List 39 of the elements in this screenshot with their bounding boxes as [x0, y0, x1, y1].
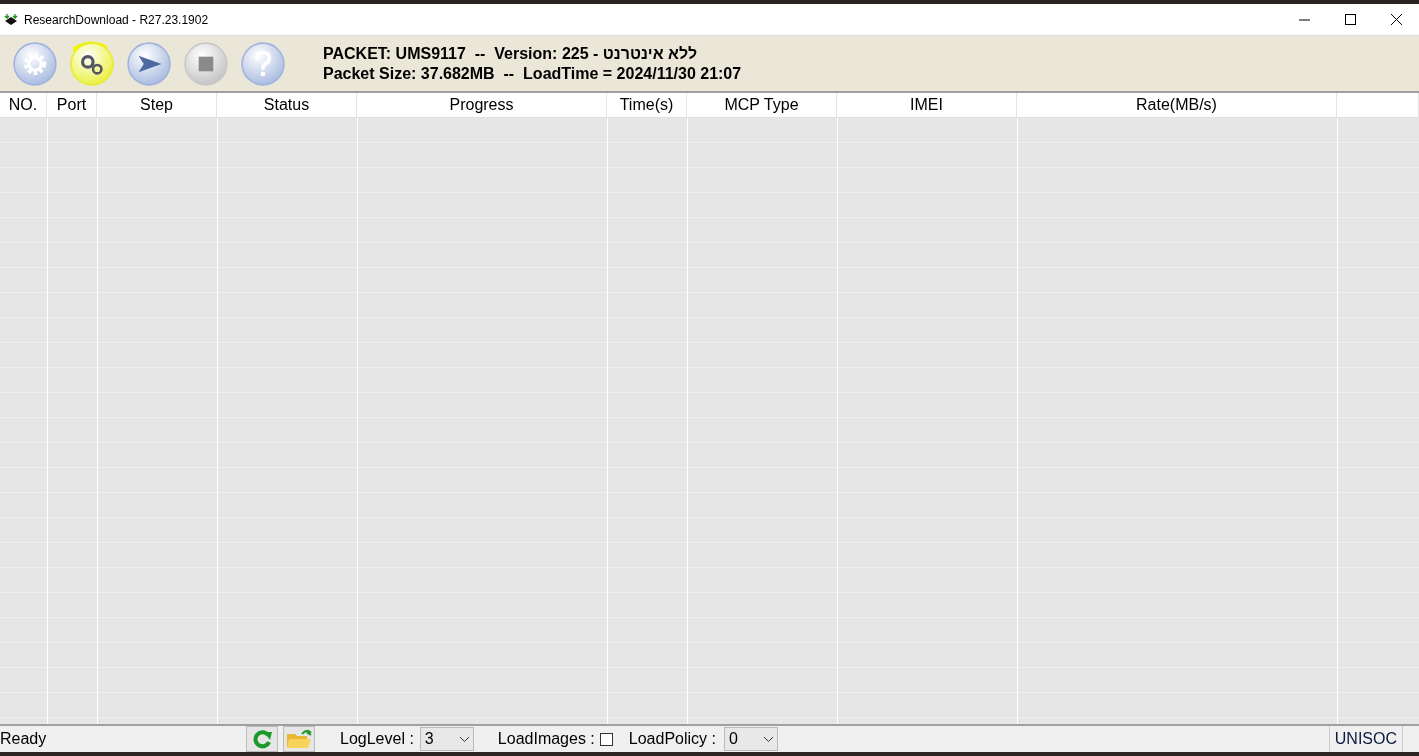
column-header[interactable]: IMEI — [837, 93, 1017, 117]
stop-button[interactable] — [183, 40, 229, 87]
open-folder-button[interactable] — [283, 726, 315, 752]
column-header[interactable]: Time(s) — [607, 93, 687, 117]
maximize-icon[interactable] — [1344, 14, 1356, 25]
minimize-icon[interactable] — [1298, 18, 1310, 21]
caret-icon — [459, 736, 469, 742]
log-level-label: LogLevel : — [340, 730, 414, 748]
help-button[interactable] — [240, 40, 286, 87]
load-policy-label: LoadPolicy : — [628, 730, 716, 748]
settings-button[interactable] — [12, 40, 58, 87]
status-text: Ready — [0, 730, 48, 748]
column-header[interactable]: Port — [47, 93, 97, 117]
close-icon[interactable] — [1390, 14, 1402, 25]
packet-info: Packet Size: 37.682MB -- LoadTime = 2024/11/30 21:07 — [323, 63, 742, 84]
column-header[interactable]: Rate(MB/s) — [1017, 93, 1337, 117]
log-level-dropdown[interactable]: 3 — [419, 727, 474, 751]
app-icon — [4, 12, 18, 27]
column-header[interactable]: Progress — [357, 93, 607, 117]
gear-icon — [24, 52, 46, 75]
chip-vendor: UNISOC — [1328, 726, 1403, 752]
load-images-checkbox[interactable] — [599, 732, 613, 746]
load-button[interactable] — [69, 40, 115, 87]
column-header[interactable]: NO. — [0, 93, 47, 117]
window-title: ResearchDownload - R27.23.1902 — [24, 12, 210, 27]
folder-icon — [286, 728, 312, 750]
gears-icon — [81, 54, 103, 75]
help-icon — [254, 50, 272, 76]
column-header[interactable]: MCP Type — [687, 93, 837, 117]
caret-icon — [763, 736, 773, 742]
column-header[interactable]: Step — [97, 93, 217, 117]
refresh-button[interactable] — [246, 726, 278, 752]
load-images-label: LoadImages : — [497, 730, 595, 748]
start-button[interactable] — [126, 40, 172, 87]
column-header[interactable]: Status — [217, 93, 357, 117]
load-policy-dropdown[interactable]: 0 — [723, 727, 778, 751]
arrow-icon — [138, 55, 162, 72]
refresh-icon — [251, 728, 273, 750]
packet-info: PACKET: UMS9117 -- Version: 225 - ללא אינטרנט — [323, 43, 699, 64]
